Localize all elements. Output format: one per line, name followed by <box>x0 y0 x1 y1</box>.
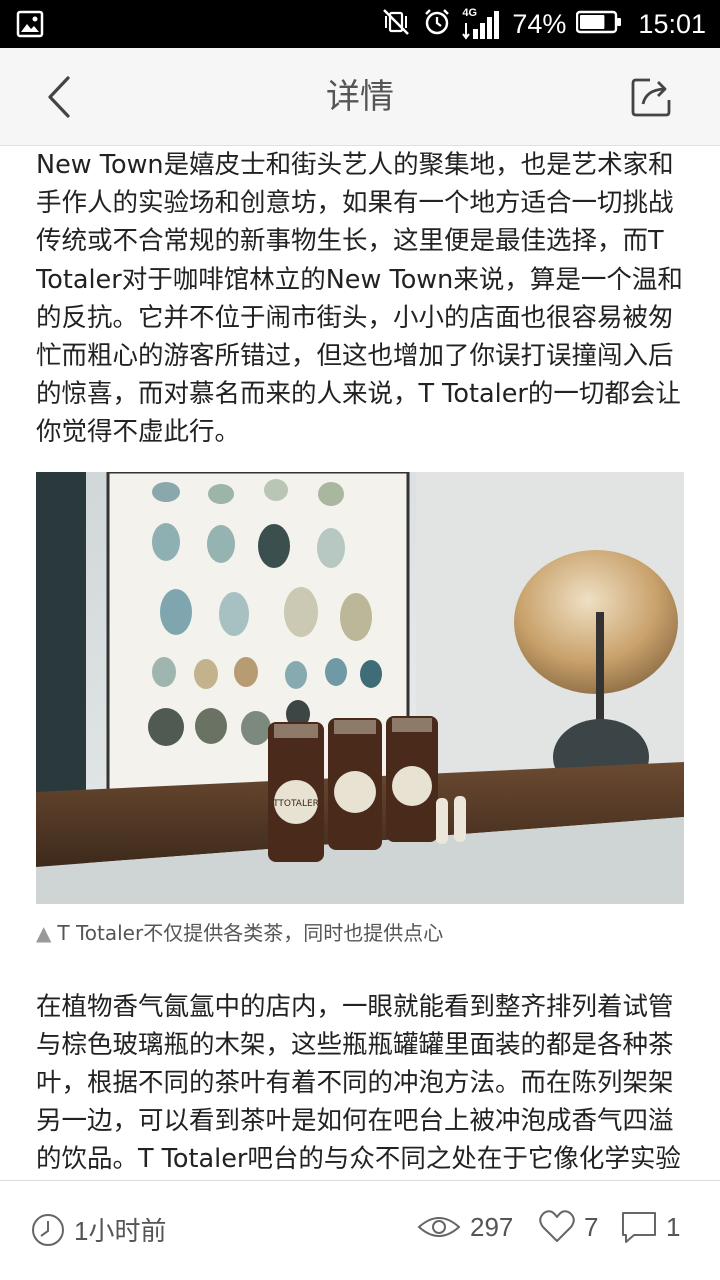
back-button[interactable] <box>40 74 80 120</box>
photo-caption: ▲ T Totaler不仅提供各类茶，同时也提供点心 <box>36 918 686 948</box>
caption-marker: ▲ <box>36 920 52 945</box>
comment-button[interactable]: 1 <box>620 1209 680 1245</box>
article-paragraph: New Town是嬉皮士和街头艺人的聚集地，也是艺术家和手作人的实验场和创意坊，… <box>36 150 683 448</box>
nav-bar: 详情 <box>0 48 720 146</box>
signal-icon: 4G <box>462 7 502 41</box>
share-button[interactable] <box>630 74 674 120</box>
views-stat[interactable]: 297 <box>416 1209 513 1245</box>
article-footer: 1小时前 297 7 1 <box>0 1180 720 1280</box>
comment-icon <box>622 1212 656 1243</box>
battery-percent: 74% <box>512 8 567 39</box>
clock: 15:01 <box>638 8 706 39</box>
jar-label: TTOTALER <box>272 799 319 809</box>
article-paragraph: 在植物香气氤氲中的店内，一眼就能看到整齐排列着试管与棕色玻璃瓶的木架，这些瓶瓶罐… <box>36 991 681 1175</box>
likes-count: 7 <box>584 1211 599 1242</box>
article-photo: TTOTALER <box>36 471 684 904</box>
article-content: New Town是嬉皮士和街头艺人的聚集地，也是艺术家和手作人的实验场和创意坊，… <box>36 146 686 1180</box>
page-title: 详情 <box>326 77 394 117</box>
posted-time: 1小时前 <box>30 1211 166 1248</box>
status-bar: 4G 74% 15:01 <box>0 0 720 48</box>
comments-count: 1 <box>666 1211 681 1242</box>
vibrate-off-icon <box>380 6 412 43</box>
caption-text: T Totaler不仅提供各类茶，同时也提供点心 <box>57 920 444 945</box>
heart-icon <box>539 1210 575 1242</box>
share-icon <box>631 78 671 117</box>
posted-time-label: 1小时前 <box>74 1216 167 1246</box>
like-button[interactable]: 7 <box>538 1209 598 1245</box>
views-count: 297 <box>470 1211 514 1242</box>
alarm-icon <box>422 7 452 42</box>
battery-icon <box>576 10 622 39</box>
clock-icon <box>32 1213 64 1246</box>
chevron-left-icon <box>48 76 70 118</box>
eye-icon <box>417 1217 461 1237</box>
gallery-notification-icon <box>16 10 44 43</box>
